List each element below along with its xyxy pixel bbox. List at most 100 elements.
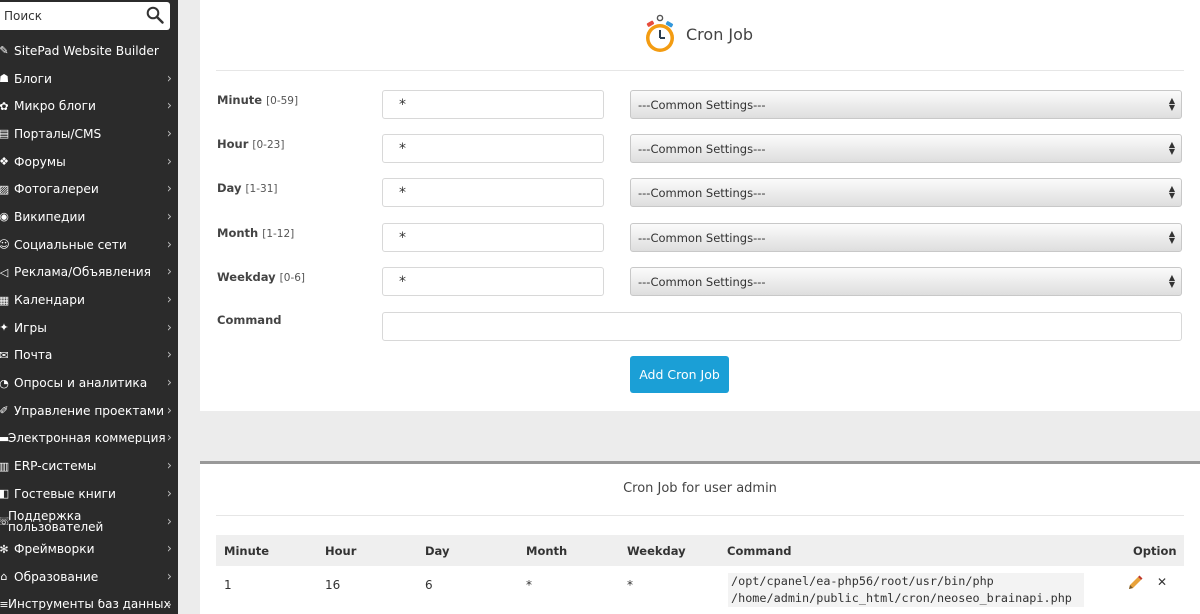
field-range: [1-31] (245, 183, 278, 195)
col-option: Option (1133, 544, 1177, 558)
sidebar-item[interactable]: ☗ Блоги › (0, 65, 178, 93)
guestbook-icon: ◧ (0, 487, 10, 501)
sidebar-item-label: Блоги (14, 71, 52, 86)
sidebar-item-label: Форумы (14, 154, 66, 169)
field-range: [0-6] (279, 272, 306, 284)
cell-weekday: * (627, 578, 633, 592)
sidebar-item-label: Гостевые книги (14, 486, 116, 501)
add-cron-job-button[interactable]: Add Cron Job (630, 356, 729, 393)
polls-icon: ◔ (0, 376, 9, 390)
table-header: Minute Hour Day Month Weekday Command Op… (216, 535, 1184, 566)
chevron-right-icon: › (166, 181, 172, 197)
delete-icon[interactable]: ✕ (1157, 572, 1167, 592)
day-input[interactable] (382, 178, 604, 207)
chevron-right-icon: › (166, 264, 172, 280)
chevron-right-icon: › (166, 347, 172, 363)
edit-pencil-icon[interactable] (1126, 574, 1144, 592)
chevron-right-icon: › (166, 292, 172, 308)
field-label-text: Hour (217, 137, 249, 151)
mail-icon: ✉ (0, 348, 9, 362)
page-title: Cron Job (686, 24, 754, 44)
sidebar-item[interactable]: ☺ Социальные сети › (0, 231, 178, 259)
sidebar-item[interactable]: ✎ SitePad Website Builder (0, 37, 178, 65)
weekday-input[interactable] (382, 267, 604, 296)
cell-day: 6 (425, 578, 433, 592)
forum-icon: ❖ (0, 155, 9, 169)
field-label-hour: Hour [0-23] (217, 137, 284, 151)
sidebar-item[interactable]: ◔ Опросы и аналитика › (0, 369, 178, 397)
hour-input[interactable] (382, 134, 604, 163)
cell-command: /opt/cpanel/ea-php56/root/usr/bin/php /h… (728, 573, 1084, 607)
field-label-text: Day (217, 181, 242, 195)
sidebar-item[interactable]: ◉ Википедии › (0, 203, 178, 231)
select-arrows-icon: ▲ ▼ (1168, 229, 1175, 245)
select-value: ---Common Settings--- (638, 230, 766, 245)
sitepad-icon: ✎ (0, 44, 9, 58)
sidebar-item[interactable]: ▦ Календари › (0, 286, 178, 314)
sidebar-item[interactable]: ▤ Порталы/CMS › (0, 120, 178, 148)
month-input[interactable] (382, 223, 604, 252)
cron-jobs-panel: Cron Job for user admin Minute Hour Day … (200, 461, 1200, 614)
chevron-right-icon: › (166, 541, 172, 557)
framework-icon: ✻ (0, 542, 9, 556)
field-label-text: Weekday (217, 270, 276, 284)
chevron-right-icon: › (166, 375, 172, 391)
cell-minute: 1 (224, 578, 232, 592)
sidebar-item[interactable]: ≡ Инструменты баз данных › (0, 591, 178, 614)
sidebar-item[interactable]: ✦ Игры › (0, 314, 178, 342)
sidebar-item-label: Электронная коммерция (8, 432, 166, 444)
col-weekday: Weekday (627, 544, 686, 558)
sidebar-item-label: Википедии (14, 209, 86, 224)
sidebar-item[interactable]: ⌂ Образование › (0, 563, 178, 591)
chevron-right-icon: › (166, 458, 172, 474)
calendar-icon: ▦ (0, 293, 10, 307)
command-input[interactable] (382, 312, 1182, 341)
photo-gallery-icon: ▨ (0, 182, 10, 196)
col-command: Command (727, 544, 792, 558)
games-icon: ✦ (0, 321, 9, 335)
sidebar-item-label: Опросы и аналитика (14, 376, 148, 391)
sidebar-item[interactable]: ☏ Поддержка пользователей › (0, 508, 178, 536)
minute-common-settings-select[interactable]: ---Common Settings--- ▲ ▼ (630, 90, 1182, 119)
sidebar-item[interactable]: ◧ Гостевые книги › (0, 480, 178, 508)
sidebar-item[interactable]: ▨ Фотогалереи › (0, 175, 178, 203)
sidebar-item[interactable]: ◁ Реклама/Объявления › (0, 259, 178, 287)
cron-form-panel: Cron Job Minute[0-59] ---Common Settings-… (200, 0, 1200, 411)
sidebar-item-label: Реклама/Объявления (14, 265, 151, 280)
weekday-common-settings-select[interactable]: ---Common Settings--- ▲ ▼ (630, 267, 1182, 296)
hour-common-settings-select[interactable]: ---Common Settings--- ▲ ▼ (630, 134, 1182, 163)
chevron-right-icon: › (166, 320, 172, 336)
col-month: Month (526, 544, 568, 558)
chevron-right-icon: › (166, 486, 172, 502)
sidebar-item[interactable]: ✉ Почта › (0, 342, 178, 370)
sidebar-item[interactable]: ✻ Фреймворки › (0, 535, 178, 563)
sidebar-item-label: Управление проектами (14, 403, 165, 418)
project-icon: ✐ (0, 404, 9, 418)
command-line-1: /opt/cpanel/ea-php56/root/usr/bin/php (731, 574, 994, 588)
wiki-icon: ◉ (0, 210, 9, 224)
field-range: [1-12] (262, 228, 295, 240)
social-icon: ☺ (0, 238, 10, 252)
sidebar-item-label: Фотогалереи (14, 182, 99, 197)
chevron-right-icon: › (166, 597, 172, 613)
field-range: [0-23] (252, 139, 285, 151)
sidebar-item[interactable]: ✿ Микро блоги › (0, 92, 178, 120)
timer-icon (646, 14, 674, 52)
sidebar-item[interactable]: ▬ Электронная коммерция › (0, 425, 178, 453)
month-common-settings-select[interactable]: ---Common Settings--- ▲ ▼ (630, 223, 1182, 252)
col-day: Day (425, 544, 450, 558)
day-common-settings-select[interactable]: ---Common Settings--- ▲ ▼ (630, 178, 1182, 207)
search-input[interactable] (0, 2, 140, 30)
microblog-icon: ✿ (0, 99, 9, 113)
cell-hour: 16 (325, 578, 341, 592)
sidebar-item-label: Игры (14, 320, 47, 335)
sidebar-item[interactable]: ❖ Форумы › (0, 148, 178, 176)
search-icon[interactable] (146, 6, 164, 24)
chevron-right-icon: › (166, 237, 172, 253)
minute-input[interactable] (382, 90, 604, 119)
education-icon: ⌂ (0, 570, 8, 584)
sidebar-item[interactable]: ✐ Управление проектами › (0, 397, 178, 425)
select-arrows-icon: ▲ ▼ (1168, 96, 1175, 112)
cell-month: * (526, 578, 532, 592)
sidebar-item[interactable]: ▥ ERP-системы › (0, 452, 178, 480)
